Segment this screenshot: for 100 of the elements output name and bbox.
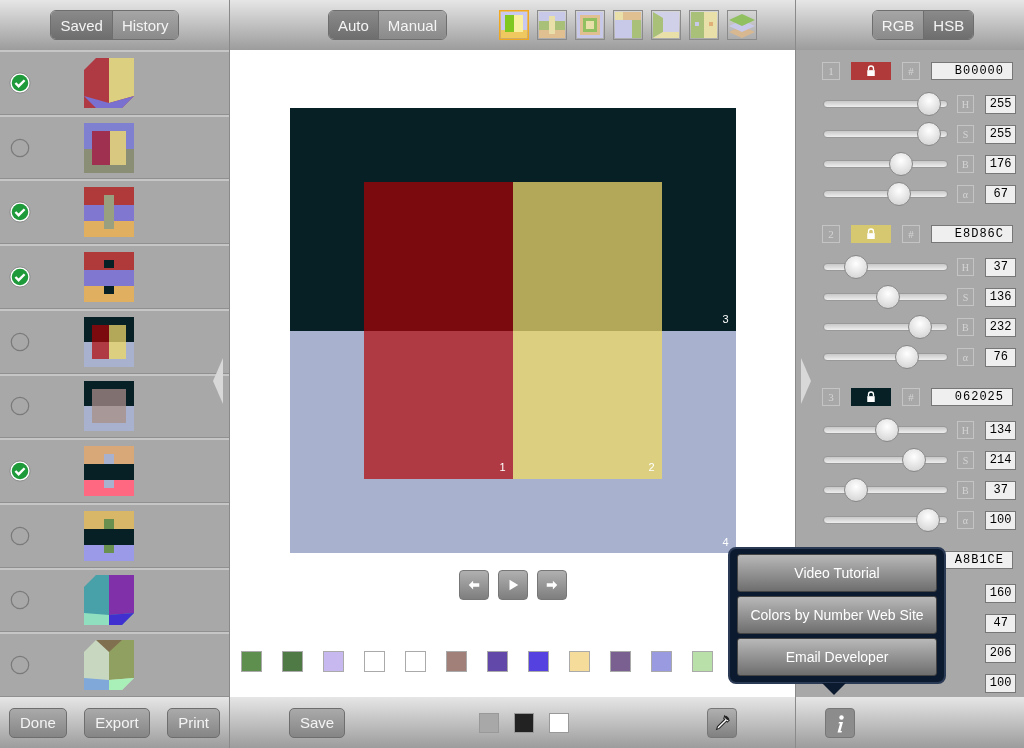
next-button[interactable]: [536, 570, 567, 600]
checked-icon[interactable]: [9, 71, 31, 94]
value-field[interactable]: 255: [985, 94, 1016, 114]
value-field[interactable]: 37: [985, 257, 1016, 277]
value-field[interactable]: 100: [985, 510, 1016, 530]
value-field[interactable]: 232: [985, 317, 1016, 337]
slider-thumb[interactable]: [887, 182, 912, 206]
color-swatch[interactable]: [364, 651, 385, 672]
hex-field[interactable]: E8D86C: [931, 225, 1013, 243]
lock-icon[interactable]: [866, 391, 876, 403]
slider-thumb[interactable]: [875, 418, 900, 442]
slider-thumb[interactable]: [889, 152, 913, 176]
region-number: 3: [722, 313, 729, 325]
expand-handle-icon[interactable]: [801, 358, 811, 404]
background-swatch[interactable]: [479, 712, 500, 733]
eyedropper-button[interactable]: [707, 707, 737, 738]
previous-button[interactable]: [458, 570, 489, 600]
palette-thumbnail: [84, 575, 134, 626]
checked-icon[interactable]: [9, 460, 31, 483]
lock-icon[interactable]: [866, 65, 876, 77]
slider-thumb[interactable]: [915, 508, 940, 532]
slider-thumb[interactable]: [876, 285, 901, 309]
background-swatch[interactable]: [514, 712, 535, 733]
color-swatch[interactable]: [405, 651, 426, 672]
checked-icon[interactable]: [9, 201, 31, 224]
unchecked-circle-icon[interactable]: [9, 654, 31, 677]
background-swatch[interactable]: [549, 712, 570, 733]
unchecked-circle-icon[interactable]: [9, 136, 31, 159]
value-field[interactable]: 136: [985, 287, 1016, 307]
palette-thumbnail: [84, 381, 134, 432]
region-number: 4: [722, 536, 729, 548]
palette-row[interactable]: [0, 502, 229, 568]
info-button[interactable]: [825, 707, 855, 738]
unchecked-circle-icon[interactable]: [9, 395, 31, 418]
eyedropper-icon: [713, 713, 731, 732]
hash-label: #: [902, 388, 920, 406]
palette-thumbnail: [84, 57, 134, 108]
layout-icon[interactable]: [613, 10, 644, 40]
value-field[interactable]: 214: [985, 450, 1016, 470]
hash-label: #: [902, 225, 920, 243]
hex-field[interactable]: B00000: [931, 62, 1013, 80]
color-swatch[interactable]: [569, 651, 590, 672]
color-swatch[interactable]: [323, 651, 344, 672]
slider-thumb[interactable]: [907, 315, 932, 339]
color-swatch[interactable]: [851, 62, 891, 80]
value-field[interactable]: 100: [985, 673, 1016, 693]
palette-thumbnail: [84, 510, 134, 561]
value-field[interactable]: 37: [985, 480, 1016, 500]
value-field[interactable]: 67: [985, 184, 1016, 204]
color-swatch[interactable]: [692, 651, 713, 672]
layout-icon[interactable]: [499, 10, 530, 40]
color-swatch[interactable]: [851, 388, 891, 406]
slider-thumb[interactable]: [916, 92, 941, 116]
palette-thumbnail: [84, 640, 134, 691]
layout-icon[interactable]: [689, 10, 720, 40]
color-swatch[interactable]: [446, 651, 467, 672]
palette-thumbnail: [84, 446, 134, 497]
layout-icon[interactable]: [727, 10, 758, 40]
left-arrow-icon: [466, 578, 481, 592]
color-swatch[interactable]: [610, 651, 631, 672]
color-swatch[interactable]: [282, 651, 303, 672]
slider-thumb[interactable]: [916, 122, 941, 146]
right-arrow-icon: [544, 578, 559, 592]
unchecked-circle-icon[interactable]: [9, 589, 31, 612]
layout-icon[interactable]: [575, 10, 606, 40]
value-field[interactable]: 160: [985, 583, 1016, 603]
slider-thumb[interactable]: [843, 478, 868, 502]
collapse-handle-icon[interactable]: [213, 358, 223, 404]
hash-label: #: [902, 62, 920, 80]
value-field[interactable]: 176: [985, 154, 1016, 174]
value-field[interactable]: 134: [985, 420, 1016, 440]
color-swatch[interactable]: [487, 651, 508, 672]
color-swatch[interactable]: [241, 651, 262, 672]
layout-icon[interactable]: [651, 10, 682, 40]
palette-row[interactable]: [0, 308, 229, 374]
play-button[interactable]: [497, 570, 528, 600]
value-field[interactable]: 255: [985, 124, 1016, 144]
list-tab[interactable]: Saved: [51, 11, 112, 39]
palette-thumbnail: [84, 251, 134, 302]
slider-thumb[interactable]: [843, 255, 868, 279]
unchecked-circle-icon[interactable]: [9, 524, 31, 547]
region-number: 1: [499, 461, 506, 473]
checked-icon[interactable]: [9, 265, 31, 288]
value-field[interactable]: 206: [985, 643, 1016, 663]
hex-field[interactable]: 062025: [931, 388, 1013, 406]
palette-row[interactable]: [0, 373, 229, 439]
mode-tab[interactable]: Auto: [328, 11, 378, 39]
palette-row[interactable]: [0, 438, 229, 503]
color-swatch[interactable]: [851, 225, 891, 243]
layout-icon[interactable]: [537, 10, 568, 40]
slider-thumb[interactable]: [894, 345, 919, 369]
palette-thumbnail: [84, 316, 134, 367]
value-field[interactable]: 47: [985, 613, 1016, 633]
color-mode-tab[interactable]: HSB: [923, 11, 974, 39]
color-swatch[interactable]: [528, 651, 549, 672]
unchecked-circle-icon[interactable]: [9, 330, 31, 353]
color-swatch[interactable]: [651, 651, 672, 672]
value-field[interactable]: 76: [985, 347, 1016, 367]
palette-thumbnail: [84, 122, 134, 173]
slider-thumb[interactable]: [901, 448, 926, 472]
